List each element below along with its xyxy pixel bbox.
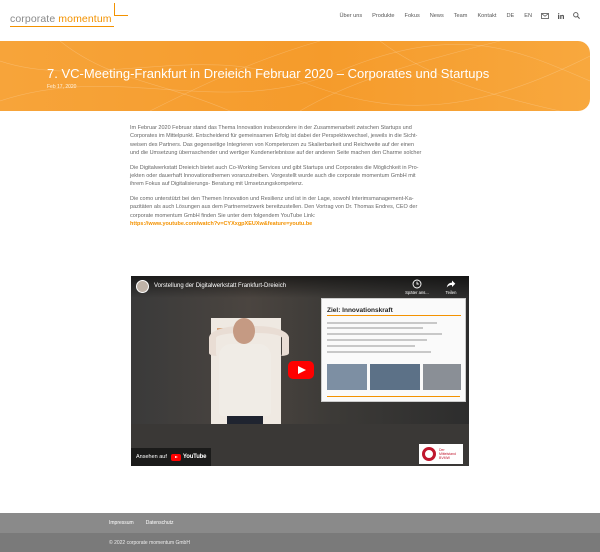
post-paragraph-3: Die como unterstützt bei den Themen Inno…	[130, 195, 470, 220]
slide-footer-line	[327, 396, 460, 397]
post-hero-banner: 7. VC-Meeting-Frankfurt in Dreieich Febr…	[0, 41, 590, 111]
footer-bottom-bar: © 2022 corporate momentum GmbH	[0, 533, 600, 552]
logo-underline	[10, 26, 114, 27]
nav-item-news[interactable]: News	[430, 13, 444, 19]
paragraph-line: Corporates im Mittelpunkt. Entscheidend …	[130, 133, 418, 140]
paragraph-line: und die Umsetzung überraschender und wer…	[130, 150, 422, 157]
logo-bracket-mark	[114, 3, 128, 16]
slide-accent-line	[327, 315, 461, 316]
post-title: 7. VC-Meeting-Frankfurt in Dreieich Febr…	[47, 66, 490, 81]
watch-on-label: Ansehen auf	[136, 454, 167, 460]
nav-item-fokus[interactable]: Fokus	[405, 13, 420, 19]
youtube-wordmark: YouTube	[182, 454, 207, 460]
paragraph-line: corporate momentum GmbH finden Sie unter…	[130, 212, 316, 219]
share-button[interactable]: Teilen	[437, 279, 465, 295]
nav-item-produkte[interactable]: Produkte	[372, 13, 394, 19]
post-paragraph-2: Die Digitalwerkstatt Dreieich bietet auc…	[130, 164, 470, 189]
watch-later-button[interactable]: Später ans...	[403, 279, 431, 295]
slide-text-line	[327, 345, 415, 347]
slide-image	[370, 364, 420, 390]
logo-wordmark: corporate momentum	[10, 13, 112, 25]
play-button[interactable]	[288, 361, 314, 379]
bvmw-logo-text: BVMW	[439, 456, 450, 460]
footer-links-bar: Impressum Datenschutz	[0, 513, 600, 533]
slide-image	[327, 364, 367, 390]
clock-icon	[412, 279, 422, 289]
bvmw-logo: Der Mittelstand BVMW	[419, 444, 463, 464]
logo-word-momentum: momentum	[58, 13, 112, 25]
site-logo[interactable]: corporate momentum	[10, 3, 130, 29]
nav-item-kontakt[interactable]: Kontakt	[477, 13, 496, 19]
paragraph-line: Im Februar 2020 Februar stand das Thema …	[130, 125, 412, 131]
slide-title: Ziel: Innovationskraft	[327, 307, 393, 314]
slide-text-line	[327, 322, 437, 324]
share-label: Teilen	[445, 290, 457, 295]
paragraph-line: Die Digitalwerkstatt Dreieich bietet auc…	[130, 164, 419, 171]
paragraph-line: ihrem Fokus auf Digitalisierungs- Beratu…	[130, 181, 304, 188]
paragraph-line: jekten oder dauerhaft Innovationsthemen …	[130, 173, 416, 180]
site-header: corporate momentum Über uns Produkte Fok…	[0, 0, 600, 34]
video-presentation-slide: Ziel: Innovationskraft	[321, 298, 466, 402]
youtube-link[interactable]: https://www.youtube.com/watch?v=CYXxgpXE…	[130, 220, 470, 228]
youtube-play-icon	[170, 453, 181, 461]
slide-text-line	[327, 339, 427, 341]
nav-item-lang-de[interactable]: DE	[506, 13, 514, 19]
slide-text-line	[327, 327, 423, 329]
search-icon[interactable]	[573, 12, 580, 19]
main-nav: Über uns Produkte Fokus News Team Kontak…	[329, 12, 580, 19]
mail-icon[interactable]	[541, 12, 549, 19]
share-icon	[446, 280, 456, 288]
paragraph-line: pazitäten als auch Lösungen aus dem Part…	[130, 204, 418, 211]
footer-links: Impressum Datenschutz	[109, 520, 174, 526]
video-speaker-head	[233, 318, 255, 344]
post-paragraph-1: Im Februar 2020 Februar stand das Thema …	[130, 124, 470, 158]
footer-link-datenschutz[interactable]: Datenschutz	[146, 520, 174, 526]
paragraph-line: Die como unterstützt bei den Themen Inno…	[130, 195, 414, 202]
copyright-text: © 2022 corporate momentum GmbH	[109, 540, 190, 546]
channel-avatar[interactable]	[136, 280, 149, 293]
logo-word-corporate: corporate	[10, 13, 56, 25]
nav-item-lang-en[interactable]: EN	[524, 13, 532, 19]
post-content: Im Februar 2020 Februar stand das Thema …	[130, 124, 470, 228]
nav-item-ueber-uns[interactable]: Über uns	[339, 13, 362, 19]
watch-later-label: Später ans...	[405, 290, 429, 295]
watch-on-youtube-button[interactable]: Ansehen auf YouTube	[131, 448, 212, 466]
slide-text-line	[327, 351, 431, 353]
post-date: Feb 17, 2020	[47, 84, 77, 90]
slide-text-line	[327, 333, 442, 335]
video-top-bar: Vorstellung der Digitalwerkstatt Frankfu…	[131, 276, 469, 298]
youtube-logo: YouTube	[170, 453, 207, 461]
nav-item-team[interactable]: Team	[454, 13, 468, 19]
linkedin-icon[interactable]	[558, 12, 564, 19]
video-title[interactable]: Vorstellung der Digitalwerkstatt Frankfu…	[154, 283, 286, 289]
footer-link-impressum[interactable]: Impressum	[109, 520, 134, 526]
paragraph-line: weisen des Partners. Das gegenseitige In…	[130, 141, 415, 148]
slide-image	[423, 364, 461, 390]
youtube-video-embed[interactable]: Ziel: Innovationskraft Der Mittelstand B…	[131, 276, 469, 466]
